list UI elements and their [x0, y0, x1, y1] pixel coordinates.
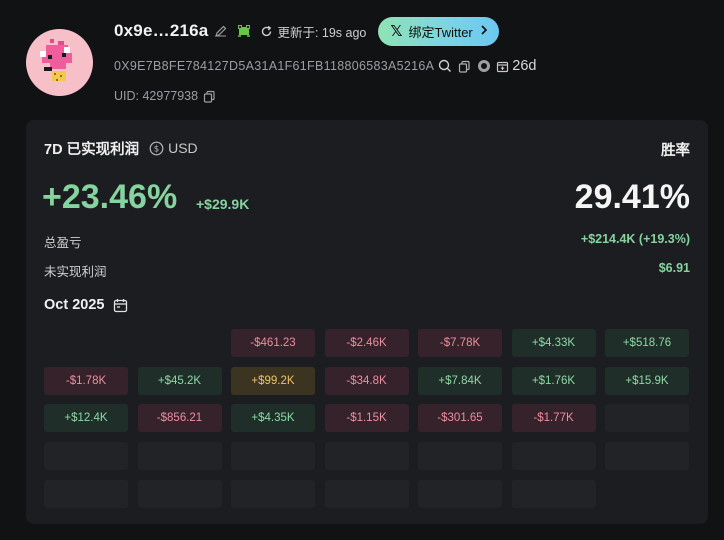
- pencil-icon[interactable]: [214, 24, 228, 38]
- address-row: 0X9E7B8FE784127D5A31A1F61FB118806583A521…: [114, 56, 536, 76]
- wallet-address[interactable]: 0X9E7B8FE784127D5A31A1F61FB118806583A521…: [114, 59, 434, 73]
- realized-pnl-usd: +$29.9K: [196, 196, 250, 212]
- calendar-empty-cell: [137, 479, 222, 508]
- calendar-empty-cell: [324, 442, 409, 471]
- calendar-day-cell[interactable]: +$45.2K: [137, 366, 222, 395]
- calendar-empty-cell: [231, 479, 315, 508]
- uid-row: UID: 42977938: [114, 86, 216, 106]
- calendar-day-cell[interactable]: +$15.9K: [605, 366, 689, 395]
- calendar-day-cell[interactable]: +$1.76K: [511, 366, 596, 395]
- uid: UID: 42977938: [114, 89, 199, 103]
- calendar-day-cell[interactable]: -$1.77K: [511, 404, 596, 433]
- winrate-label: 胜率: [661, 143, 690, 159]
- winrate-value: 29.41%: [574, 178, 690, 216]
- svg-text:$: $: [154, 144, 159, 154]
- unrealized-pnl-label: 未实现利润: [44, 265, 107, 279]
- calendar-day-cell[interactable]: -$1.15K: [324, 404, 409, 433]
- wallet-age: 26d: [512, 58, 537, 74]
- avatar: [26, 29, 93, 96]
- calendar-empty-cell: [44, 479, 128, 508]
- x-logo-icon: 𝕏: [390, 23, 403, 40]
- coin-icon[interactable]: [477, 59, 491, 73]
- calendar-day-cell[interactable]: -$301.65: [418, 404, 502, 433]
- total-pnl-value: +$214.4K (+19.3%): [580, 232, 690, 246]
- calendar-day-cell[interactable]: +$518.76: [605, 329, 689, 357]
- wallet-name[interactable]: 0x9e…216a: [114, 21, 208, 41]
- bind-twitter-button[interactable]: 𝕏 绑定Twitter: [378, 16, 499, 46]
- calendar-empty-cell: [605, 442, 689, 471]
- calendar-day-cell[interactable]: +$12.4K: [44, 404, 128, 433]
- calendar-empty-cell: [418, 442, 502, 471]
- calendar-day-cell[interactable]: +$4.35K: [231, 404, 315, 433]
- period-row: 7D 已实现利润 $ USD: [44, 138, 198, 159]
- calendar-day-cell[interactable]: +$99.2K: [231, 366, 315, 395]
- calendar-empty-cell: [511, 442, 596, 471]
- name-row: 0x9e…216a 更新于: 19s ago 𝕏 绑定Twitter: [114, 16, 499, 46]
- calendar-day-cell[interactable]: -$1.78K: [44, 366, 128, 395]
- wallet-header: 0x9e…216a 更新于: 19s ago 𝕏 绑定Twitter 0X9E7…: [0, 0, 724, 115]
- copy-uid-icon[interactable]: [203, 90, 216, 103]
- total-pnl-label: 总盈亏: [44, 236, 82, 250]
- unrealized-pnl-value: $6.91: [658, 261, 690, 275]
- calendar-day-cell[interactable]: -$461.23: [231, 329, 315, 357]
- chevron-right-icon: [479, 24, 489, 39]
- month-selector[interactable]: Oct 2025: [44, 296, 128, 314]
- calendar-day-cell[interactable]: -$2.46K: [324, 329, 409, 357]
- month-label: Oct 2025: [44, 297, 105, 313]
- frog-icon: [236, 23, 252, 39]
- calendar-empty-cell: [418, 479, 502, 508]
- calendar-day-cell[interactable]: -$7.78K: [418, 329, 502, 357]
- pnl-card: 7D 已实现利润 $ USD 胜率 +23.46% +$29.9K 29.41%…: [26, 120, 708, 524]
- calendar-day-cell[interactable]: -$34.8K: [324, 366, 409, 395]
- calendar-day-cell[interactable]: +$7.84K: [418, 366, 502, 395]
- calendar-empty-cell: [44, 442, 128, 471]
- currency-label[interactable]: USD: [168, 140, 198, 156]
- calendar-empty-cell: [511, 479, 596, 508]
- bind-twitter-label: 绑定Twitter: [408, 24, 473, 40]
- calendar-empty-cell: [605, 404, 689, 433]
- period-title[interactable]: 7D 已实现利润: [44, 138, 139, 159]
- refresh-status: 更新于: 19s ago: [277, 25, 367, 40]
- calendar-day-cell[interactable]: -$856.21: [137, 404, 222, 433]
- calendar-day-cell[interactable]: +$4.33K: [511, 329, 596, 357]
- currency-switch-icon[interactable]: $: [149, 141, 164, 156]
- calendar-icon[interactable]: [113, 298, 128, 313]
- calendar-empty-cell: [231, 442, 315, 471]
- calendar-empty-cell: [137, 442, 222, 471]
- calendar-plus-icon: [496, 60, 509, 73]
- pixel-avatar-icon: [40, 39, 72, 81]
- calendar-empty-cell: [324, 479, 409, 508]
- copy-icon[interactable]: [458, 60, 471, 73]
- refresh-icon[interactable]: [260, 25, 273, 38]
- search-icon[interactable]: [438, 59, 452, 73]
- realized-pnl-percent: +23.46%: [42, 178, 178, 216]
